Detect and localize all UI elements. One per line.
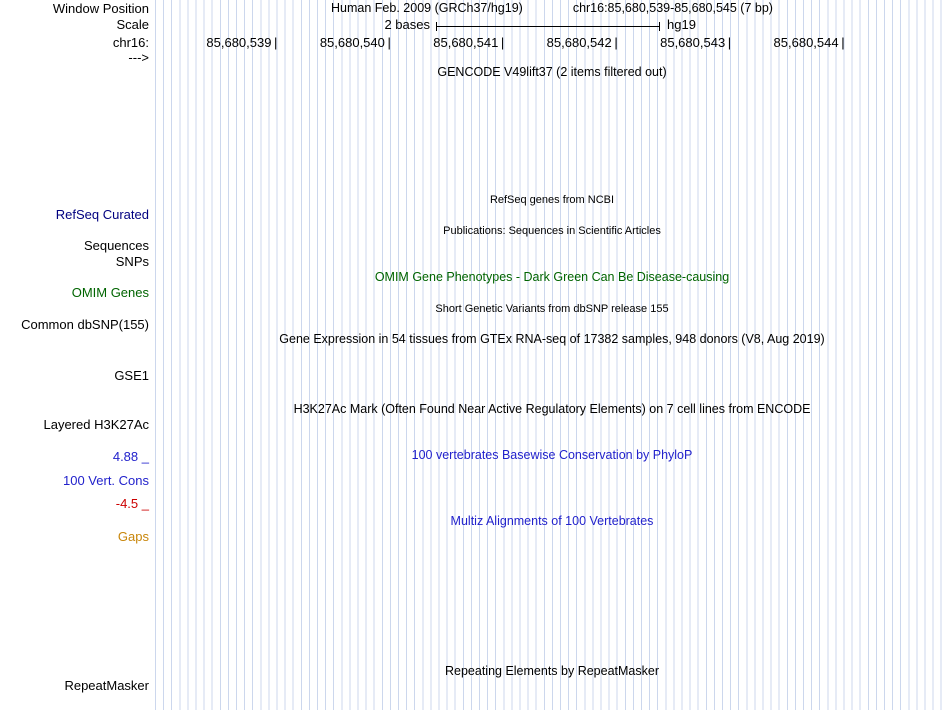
gtex-track-title: Gene Expression in 54 tissues from GTEx … [279,332,825,346]
gencode-track-title: GENCODE V49lift37 (2 items filtered out) [437,65,667,79]
track-label-gtex-gse1[interactable]: GSE1 [114,369,149,382]
track-label-refseq-curated[interactable]: RefSeq Curated [56,208,149,221]
scale-bar-line [437,26,659,27]
track-label-common-dbsnp[interactable]: Common dbSNP(155) [21,318,149,331]
track-label-100-vert-cons[interactable]: 100 Vert. Cons [63,474,149,487]
dbsnp-track-title: Short Genetic Variants from dbSNP releas… [435,303,669,315]
conservation-track-title: 100 vertebrates Basewise Conservation by… [411,448,693,462]
multiz-track-title: Multiz Alignments of 100 Vertebrates [450,514,654,528]
conservation-min-label: -4.5 _ [115,496,149,511]
track-area[interactable]: Human Feb. 2009 (GRCh37/hg19) chr16:85,68… [155,0,949,710]
track-label-repeatmasker[interactable]: RepeatMasker [64,679,149,692]
track-labels-column: Window Position Scale chr16: ---> RefSeq Cur… [0,0,152,710]
coordinate-label: 85,680,539 | [206,35,278,50]
scale-value: 2 bases [384,17,430,32]
track-label-snps[interactable]: SNPs [116,255,149,268]
window-position-label: Window Position [52,1,149,16]
chromosome-label: chr16: [112,35,149,50]
gaps-row-label: Gaps [117,529,149,544]
ucsc-genome-browser: Window Position Scale chr16: ---> RefSeq Cur… [0,0,950,710]
track-label-layered-h3k27ac[interactable]: Layered H3K27Ac [43,418,149,431]
refseq-track-title: RefSeq genes from NCBI [489,194,615,206]
coordinate-label: 85,680,543 | [660,35,732,50]
conservation-max-label: 4.88 _ [112,449,149,464]
scale-bar [436,22,660,31]
window-position-row: Human Feb. 2009 (GRCh37/hg19) chr16:85,68… [155,2,949,15]
publications-track-title: Publications: Sequences in Scientific Ar… [443,225,661,237]
scale-label: Scale [116,17,149,32]
track-label-sequences[interactable]: Sequences [84,239,149,252]
coordinate-label: 85,680,542 | [546,35,618,50]
repeatmasker-track-title: Repeating Elements by RepeatMasker [444,664,659,678]
h3k27ac-track-title: H3K27Ac Mark (Often Found Near Active Re… [293,402,811,416]
track-label-omim-genes[interactable]: OMIM Genes [72,286,149,299]
omim-track-title: OMIM Gene Phenotypes - Dark Green Can Be… [374,270,730,284]
assembly-title: Human Feb. 2009 (GRCh37/hg19) [331,1,523,15]
coordinate-label: 85,680,540 | [319,35,391,50]
coordinate-label: 85,680,541 | [433,35,505,50]
strand-direction-label: ---> [128,50,149,65]
scale-genome-label: hg19 [667,17,696,32]
coordinate-label: 85,680,544 | [773,35,845,50]
position-title: chr16:85,680,539-85,680,545 (7 bp) [572,1,773,15]
